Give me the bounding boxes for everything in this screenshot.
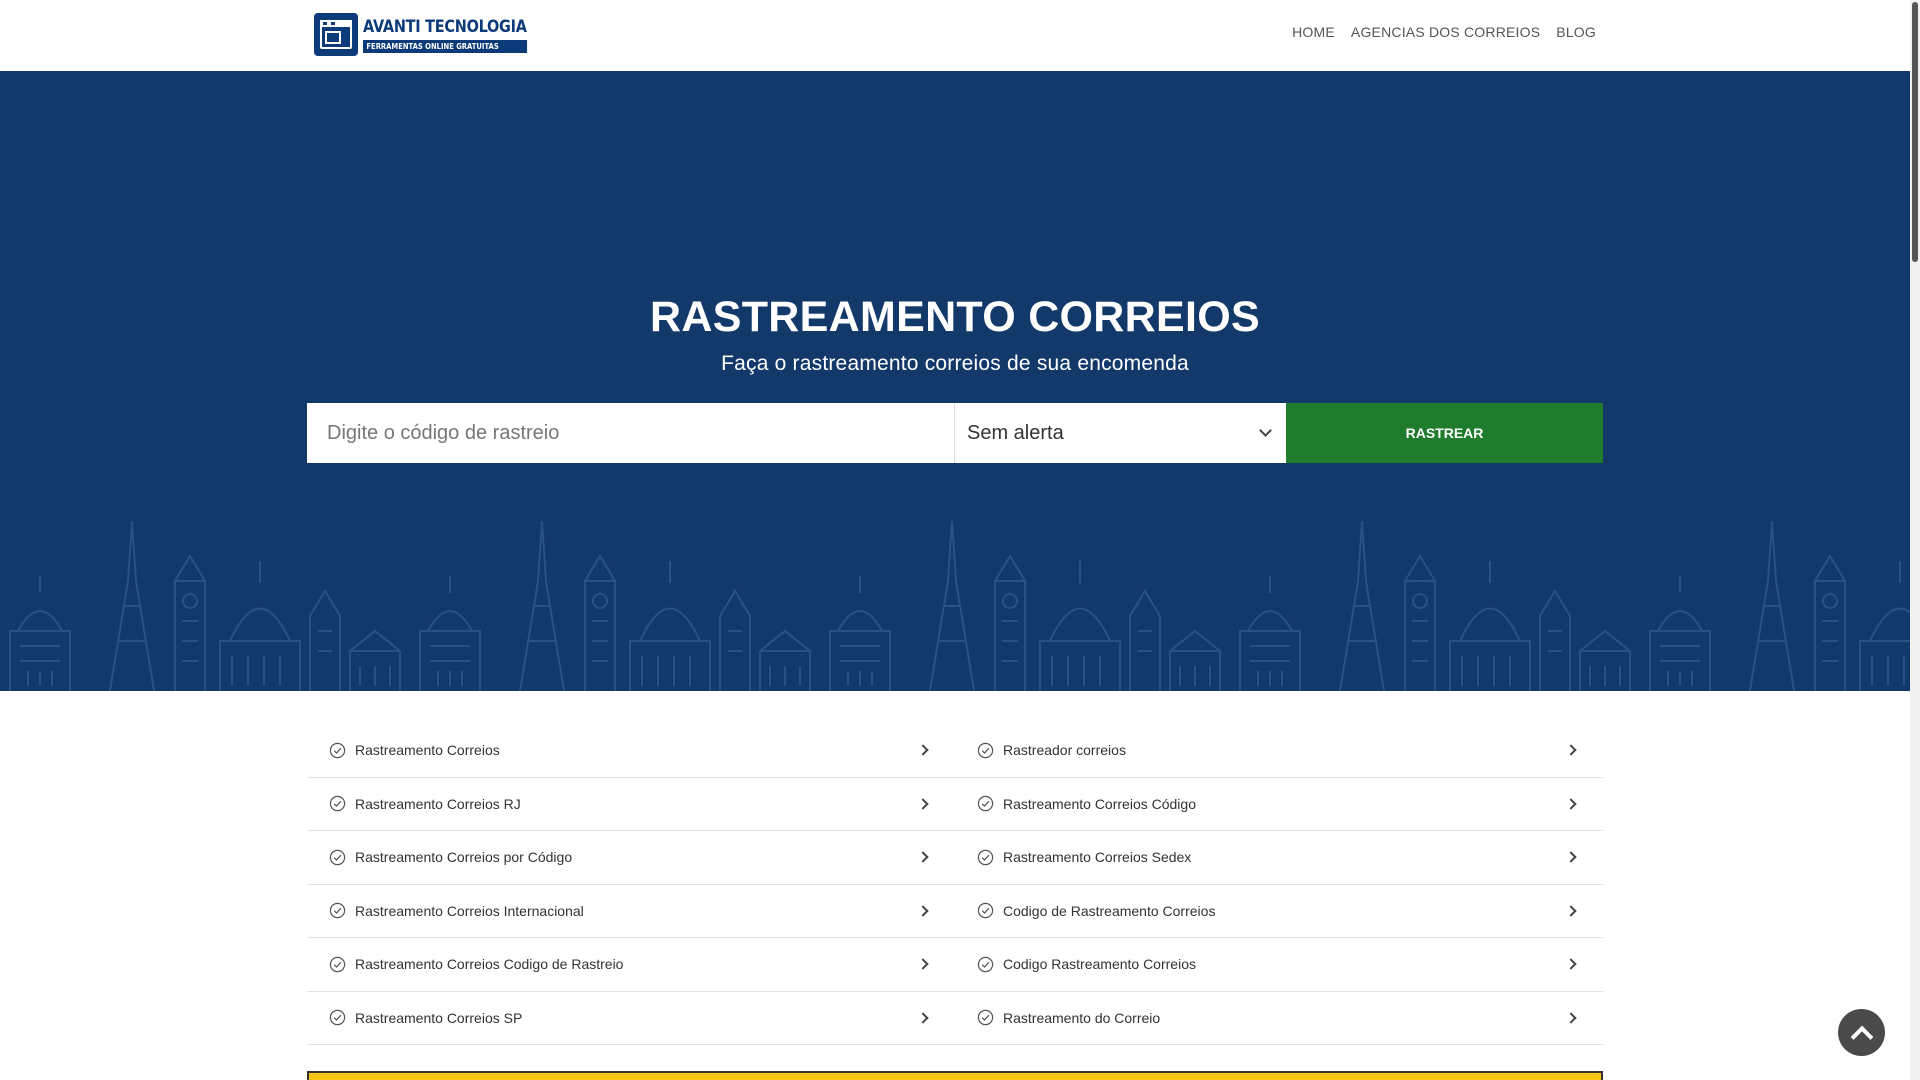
list-item[interactable]: Rastreamento Correios SP: [307, 992, 955, 1045]
logo-title: AVANTI TECNOLOGIA: [363, 16, 527, 37]
scroll-to-top-button[interactable]: [1838, 1009, 1885, 1056]
site-header: AVANTI TECNOLOGIA FERRAMENTAS ONLINE GRA…: [0, 0, 1910, 71]
check-circle-icon: [329, 742, 346, 758]
list-item[interactable]: Rastreamento Correios por Código: [307, 831, 955, 885]
chevron-right-icon: [917, 1012, 929, 1024]
page-title: RASTREAMENTO CORREIOS: [650, 293, 1260, 341]
list-item-label: Rastreamento Correios RJ: [355, 795, 521, 812]
check-circle-icon: [977, 903, 994, 919]
check-circle-icon: [329, 849, 346, 865]
chevron-right-icon: [917, 798, 929, 810]
nav-agencias-link[interactable]: AGENCIAS DOS CORREIOS: [1351, 24, 1540, 40]
chevron-right-icon: [917, 958, 929, 970]
list-item-label: Rastreamento Correios Código: [1003, 795, 1196, 812]
chevron-right-icon: [1565, 905, 1577, 917]
hero-section: RASTREAMENTO CORREIOS Faça o rastreament…: [0, 71, 1910, 691]
alert-select-value: Sem alerta: [967, 421, 1064, 444]
list-item-label: Codigo Rastreamento Correios: [1003, 956, 1196, 973]
list-item[interactable]: Codigo Rastreamento Correios: [955, 938, 1603, 992]
list-item-label: Rastreamento Correios Sedex: [1003, 849, 1192, 866]
main-nav: HOME AGENCIAS DOS CORREIOS BLOG: [1292, 24, 1596, 40]
list-item-label: Rastreador correios: [1003, 742, 1126, 759]
chevron-right-icon: [917, 851, 929, 863]
nav-blog-link[interactable]: BLOG: [1556, 24, 1596, 40]
list-item[interactable]: Rastreamento Correios RJ: [307, 778, 955, 831]
list-item-label: Codigo de Rastreamento Correios: [1003, 902, 1216, 919]
list-item-label: Rastreamento Correios por Código: [355, 849, 573, 866]
tracking-links-list: Rastreamento Correios Rastreador correios…: [307, 724, 1603, 1045]
check-circle-icon: [329, 796, 346, 812]
chevron-down-icon: [1259, 424, 1272, 437]
page-scrollbar[interactable]: [1910, 0, 1920, 1080]
list-item-label: Rastreamento Correios: [355, 742, 500, 759]
list-item[interactable]: Codigo de Rastreamento Correios: [955, 885, 1603, 938]
logo-icon: [314, 13, 358, 56]
city-skyline-illustration: [9, 521, 1910, 691]
check-circle-icon: [977, 742, 994, 758]
chevron-right-icon: [1565, 798, 1577, 810]
scrollbar-thumb[interactable]: [1912, 2, 1918, 262]
list-item[interactable]: Rastreador correios: [955, 724, 1603, 778]
list-item-label: Rastreamento Correios Codigo de Rastreio: [355, 956, 624, 973]
list-item[interactable]: Rastreamento Correios Codigo de Rastreio: [307, 938, 955, 992]
alert-select[interactable]: Sem alerta: [955, 403, 1286, 463]
track-button[interactable]: RASTREAR: [1286, 403, 1603, 463]
list-item-label: Rastreamento Correios Internacional: [355, 902, 584, 919]
list-item[interactable]: Rastreamento Correios: [307, 724, 955, 778]
chevron-up-icon: [1850, 1025, 1873, 1048]
chevron-right-icon: [917, 744, 929, 756]
nav-home-link[interactable]: HOME: [1292, 24, 1335, 40]
page-subtitle: Faça o rastreamento correios de sua enco…: [721, 352, 1189, 375]
check-circle-icon: [329, 956, 346, 972]
check-circle-icon: [977, 956, 994, 972]
check-circle-icon: [977, 849, 994, 865]
chevron-right-icon: [917, 905, 929, 917]
list-item[interactable]: Rastreamento Correios Código: [955, 778, 1603, 831]
list-item-label: Rastreamento do Correio: [1003, 1009, 1161, 1026]
notice-box: [307, 1071, 1603, 1080]
list-item[interactable]: Rastreamento do Correio: [955, 992, 1603, 1045]
list-item[interactable]: Rastreamento Correios Sedex: [955, 831, 1603, 885]
list-item-label: Rastreamento Correios SP: [355, 1009, 523, 1026]
check-circle-icon: [329, 903, 346, 919]
chevron-right-icon: [1565, 1012, 1577, 1024]
chevron-right-icon: [1565, 744, 1577, 756]
list-item[interactable]: Rastreamento Correios Internacional: [307, 885, 955, 938]
check-circle-icon: [329, 1010, 346, 1026]
chevron-right-icon: [1565, 851, 1577, 863]
chevron-right-icon: [1565, 958, 1577, 970]
tracking-form: Sem alerta RASTREAR: [307, 403, 1603, 463]
tracking-code-input[interactable]: [307, 403, 955, 463]
logo-subtitle: FERRAMENTAS ONLINE GRATUITAS: [363, 39, 527, 53]
check-circle-icon: [977, 796, 994, 812]
site-logo[interactable]: AVANTI TECNOLOGIA FERRAMENTAS ONLINE GRA…: [314, 13, 556, 56]
check-circle-icon: [977, 1010, 994, 1026]
